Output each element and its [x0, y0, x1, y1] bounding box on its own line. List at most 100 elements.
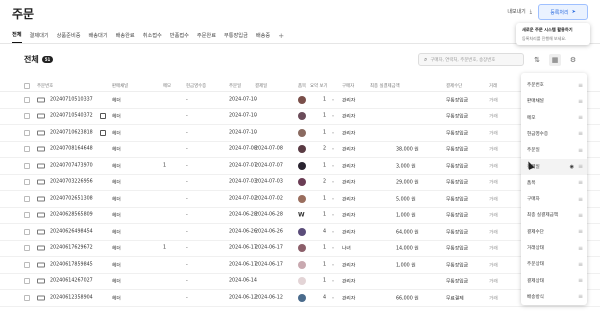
table-row[interactable]: 20240708164648 헤더 - 2024-07-08 2024-07-08 2 ⌄ 관…: [0, 142, 600, 158]
tab-return-requested[interactable]: 반품접수: [170, 32, 189, 43]
order-number[interactable]: 20240707473970: [50, 163, 93, 168]
column-option[interactable]: 배송방식 ≡: [521, 289, 587, 305]
col-pay-method[interactable]: 결제수단: [446, 83, 462, 89]
table-row[interactable]: 20240710540372 헤더 -2024-07-10-1 ⌄ 관리자 무통장입금 거래: [0, 109, 600, 125]
drag-handle-icon[interactable]: ≡: [578, 261, 583, 268]
table-row[interactable]: 20240710510337 헤더 -2024-07-10-1 ⌄ 관리자 무통장입금 거래: [0, 92, 600, 109]
sort-icon[interactable]: ⇅: [531, 54, 543, 66]
add-tab-icon[interactable]: +: [278, 32, 284, 43]
table-row[interactable]: 20240710623818 헤더 -2024-07-10-1 ⌄ 관리자 무통장입금 거래: [0, 125, 600, 142]
order-number[interactable]: 20240703226956: [50, 180, 93, 185]
row-checkbox[interactable]: [24, 96, 30, 103]
drag-handle-icon[interactable]: ≡: [578, 228, 583, 235]
row-checkbox[interactable]: [24, 146, 30, 153]
table-row[interactable]: 20240626498454 헤더 - 2024-06-26 2024-06-26 4 ⌄ 관…: [0, 224, 600, 241]
chevron-down-icon[interactable]: ⌄: [331, 163, 335, 168]
export-button[interactable]: 내보내기 ⤓: [507, 8, 532, 16]
chevron-down-icon[interactable]: ⌄: [331, 246, 335, 251]
chevron-down-icon[interactable]: ⌄: [331, 213, 335, 218]
col-order-date[interactable]: 주문일: [229, 83, 241, 89]
tab-awaiting-shipment[interactable]: 배송대기: [89, 32, 108, 43]
drag-handle-icon[interactable]: ≡: [578, 98, 583, 105]
col-pay-date[interactable]: 결제일: [255, 83, 267, 89]
columns-icon[interactable]: ▦: [549, 54, 561, 66]
column-option[interactable]: 최종 실결제금액 ≡: [521, 207, 587, 223]
column-option[interactable]: 결제수단 ≡: [521, 224, 587, 240]
chevron-down-icon[interactable]: ⌄: [331, 147, 335, 152]
order-number[interactable]: 20240628565809: [50, 213, 93, 218]
row-checkbox[interactable]: [24, 261, 30, 268]
col-buyer[interactable]: 구매자: [342, 83, 354, 89]
col-trade[interactable]: 거래: [489, 83, 497, 89]
drag-handle-icon[interactable]: ≡: [578, 147, 583, 154]
chevron-down-icon[interactable]: ⌄: [331, 180, 335, 185]
column-option[interactable]: 거래상태 ≡: [521, 240, 587, 256]
row-checkbox[interactable]: [24, 195, 30, 202]
order-number[interactable]: 20240614267027: [50, 279, 93, 284]
row-checkbox[interactable]: [24, 278, 30, 285]
tab-cancel-requested[interactable]: 취소접수: [143, 32, 162, 43]
column-option[interactable]: 주문일 ≡: [521, 142, 587, 158]
table-row[interactable]: 20240617629672 헤더 1 - 2024-06-17 2024-06-17 1 ⌄…: [0, 241, 600, 257]
column-option[interactable]: 판매채널 ≡: [521, 93, 587, 109]
order-number[interactable]: 20240612358904: [50, 295, 93, 300]
register-button[interactable]: 등록처리 ➤: [538, 4, 588, 20]
table-row[interactable]: 20240612358904 헤더 - 2024-06-12 2024-06-12 4 ⌄ 관…: [0, 290, 600, 307]
search-input[interactable]: ⌕ 구매자, 연락처, 주문번호, 송장번호: [418, 53, 524, 66]
tab-shipping[interactable]: 배송중: [256, 32, 270, 43]
tab-delivered[interactable]: 배송완료: [116, 32, 135, 43]
chevron-down-icon[interactable]: ⌄: [331, 295, 335, 300]
eye-icon[interactable]: ◉: [570, 164, 574, 170]
drag-handle-icon[interactable]: ≡: [578, 293, 583, 300]
gear-icon[interactable]: ⚙: [567, 54, 579, 66]
column-option[interactable]: 구매자 ≡: [521, 191, 587, 207]
order-number[interactable]: 20240702651308: [50, 196, 93, 201]
drag-handle-icon[interactable]: ≡: [578, 82, 583, 89]
column-option[interactable]: 품목 ≡: [521, 175, 587, 191]
drag-handle-icon[interactable]: ≡: [578, 130, 583, 137]
table-row[interactable]: 20240703226956 헤더 - 2024-07-03 2024-07-03 2 ⌄ 관…: [0, 175, 600, 191]
drag-handle-icon[interactable]: ≡: [578, 114, 583, 121]
chevron-down-icon[interactable]: ⌄: [331, 97, 335, 102]
col-channel[interactable]: 판매채널: [112, 83, 128, 89]
col-items[interactable]: 품목: [298, 83, 306, 89]
col-final-amount[interactable]: 최종 실결제금액: [370, 83, 400, 89]
chevron-down-icon[interactable]: ⌄: [331, 114, 335, 119]
order-number[interactable]: 20240617629672: [50, 246, 93, 251]
row-checkbox[interactable]: [24, 113, 30, 120]
table-row[interactable]: 20240617859845 헤더 - 2024-06-17 2024-06-17 1 ⌄ 관…: [0, 257, 600, 274]
tab-bank-transfer[interactable]: 무통장입금: [224, 32, 248, 43]
row-checkbox[interactable]: [24, 228, 30, 235]
row-checkbox[interactable]: [24, 245, 30, 252]
select-all-checkbox[interactable]: [24, 82, 30, 89]
column-option[interactable]: 주문번호 ≡: [521, 77, 587, 93]
column-option[interactable]: 현금영수증 ≡: [521, 126, 587, 142]
table-row[interactable]: 20240702651308 헤더 - 2024-07-02 2024-07-02 1 ⌄ 관…: [0, 191, 600, 208]
column-option[interactable]: 결제상태 ≡: [521, 273, 587, 289]
chevron-down-icon[interactable]: ⌄: [331, 229, 335, 234]
order-number[interactable]: 20240710623818: [50, 130, 93, 135]
drag-handle-icon[interactable]: ≡: [578, 245, 583, 252]
chevron-down-icon[interactable]: ⌄: [331, 130, 335, 135]
table-row[interactable]: 20240614267027 헤더 -2024-06-14-1 ⌄ 관리자 무통장입금 거래: [0, 274, 600, 290]
drag-handle-icon[interactable]: ≡: [578, 196, 583, 203]
row-checkbox[interactable]: [24, 212, 30, 219]
column-option[interactable]: 메모 ≡: [521, 110, 587, 126]
order-number[interactable]: 20240617859845: [50, 262, 93, 267]
col-summary[interactable]: 요약 보기: [310, 83, 328, 89]
table-row[interactable]: 20240628565809 헤더 - 2024-06-28 2024-06-28 W 1 ⌄…: [0, 208, 600, 224]
tab-pending-payment[interactable]: 결제대기: [30, 32, 49, 43]
table-row[interactable]: 20240707473970 헤더 1 - 2024-07-07 2024-07-07 1 ⌄…: [0, 158, 600, 175]
order-number[interactable]: 20240626498454: [50, 229, 93, 234]
tab-all[interactable]: 전체: [12, 31, 22, 43]
order-number[interactable]: 20240708164648: [50, 147, 93, 152]
row-checkbox[interactable]: [24, 162, 30, 169]
row-checkbox[interactable]: [24, 129, 30, 136]
drag-handle-icon[interactable]: ≡: [578, 277, 583, 284]
tab-order-complete[interactable]: 주문완료: [197, 32, 216, 43]
col-memo[interactable]: 메모: [163, 83, 171, 89]
order-number[interactable]: 20240710510337: [50, 97, 93, 102]
tab-preparing[interactable]: 상품준비중: [57, 32, 81, 43]
row-checkbox[interactable]: [24, 294, 30, 301]
drag-handle-icon[interactable]: ≡: [578, 212, 583, 219]
